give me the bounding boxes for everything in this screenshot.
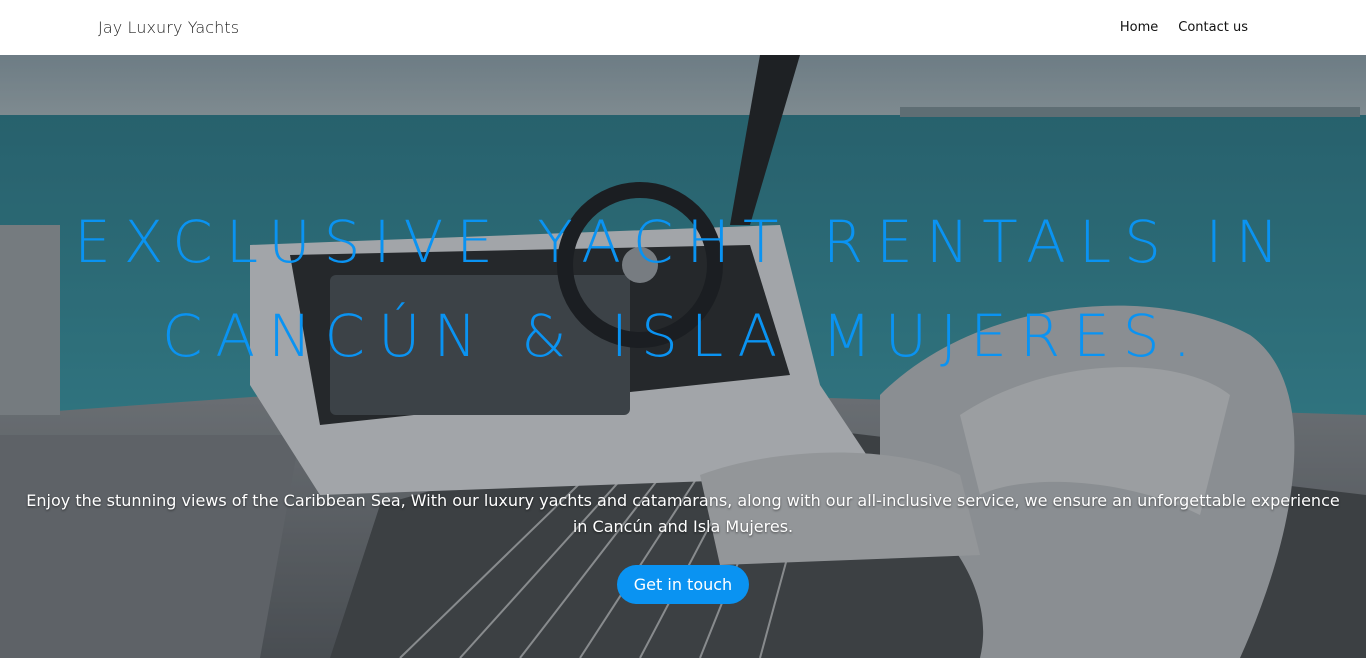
hero-heading: EXCLUSIVE YACHT RENTALS IN CANCÚN & ISLA… <box>0 195 1366 383</box>
navbar: Jay Luxury Yachts Home Contact us <box>0 0 1366 55</box>
nav-link-home[interactable]: Home <box>1120 20 1158 35</box>
hero-heading-line-1: EXCLUSIVE YACHT RENTALS IN <box>74 208 1292 276</box>
nav-menu: Home Contact us <box>1120 20 1248 35</box>
nav-link-contact[interactable]: Contact us <box>1178 20 1248 35</box>
get-in-touch-button[interactable]: Get in touch <box>617 565 749 604</box>
brand-logo-link[interactable]: Jay Luxury Yachts <box>98 18 239 37</box>
hero-description: Enjoy the stunning views of the Caribbea… <box>26 491 1340 536</box>
hero-heading-line-2: CANCÚN & ISLA MUJERES. <box>161 302 1205 370</box>
hero-section: EXCLUSIVE YACHT RENTALS IN CANCÚN & ISLA… <box>0 55 1366 658</box>
